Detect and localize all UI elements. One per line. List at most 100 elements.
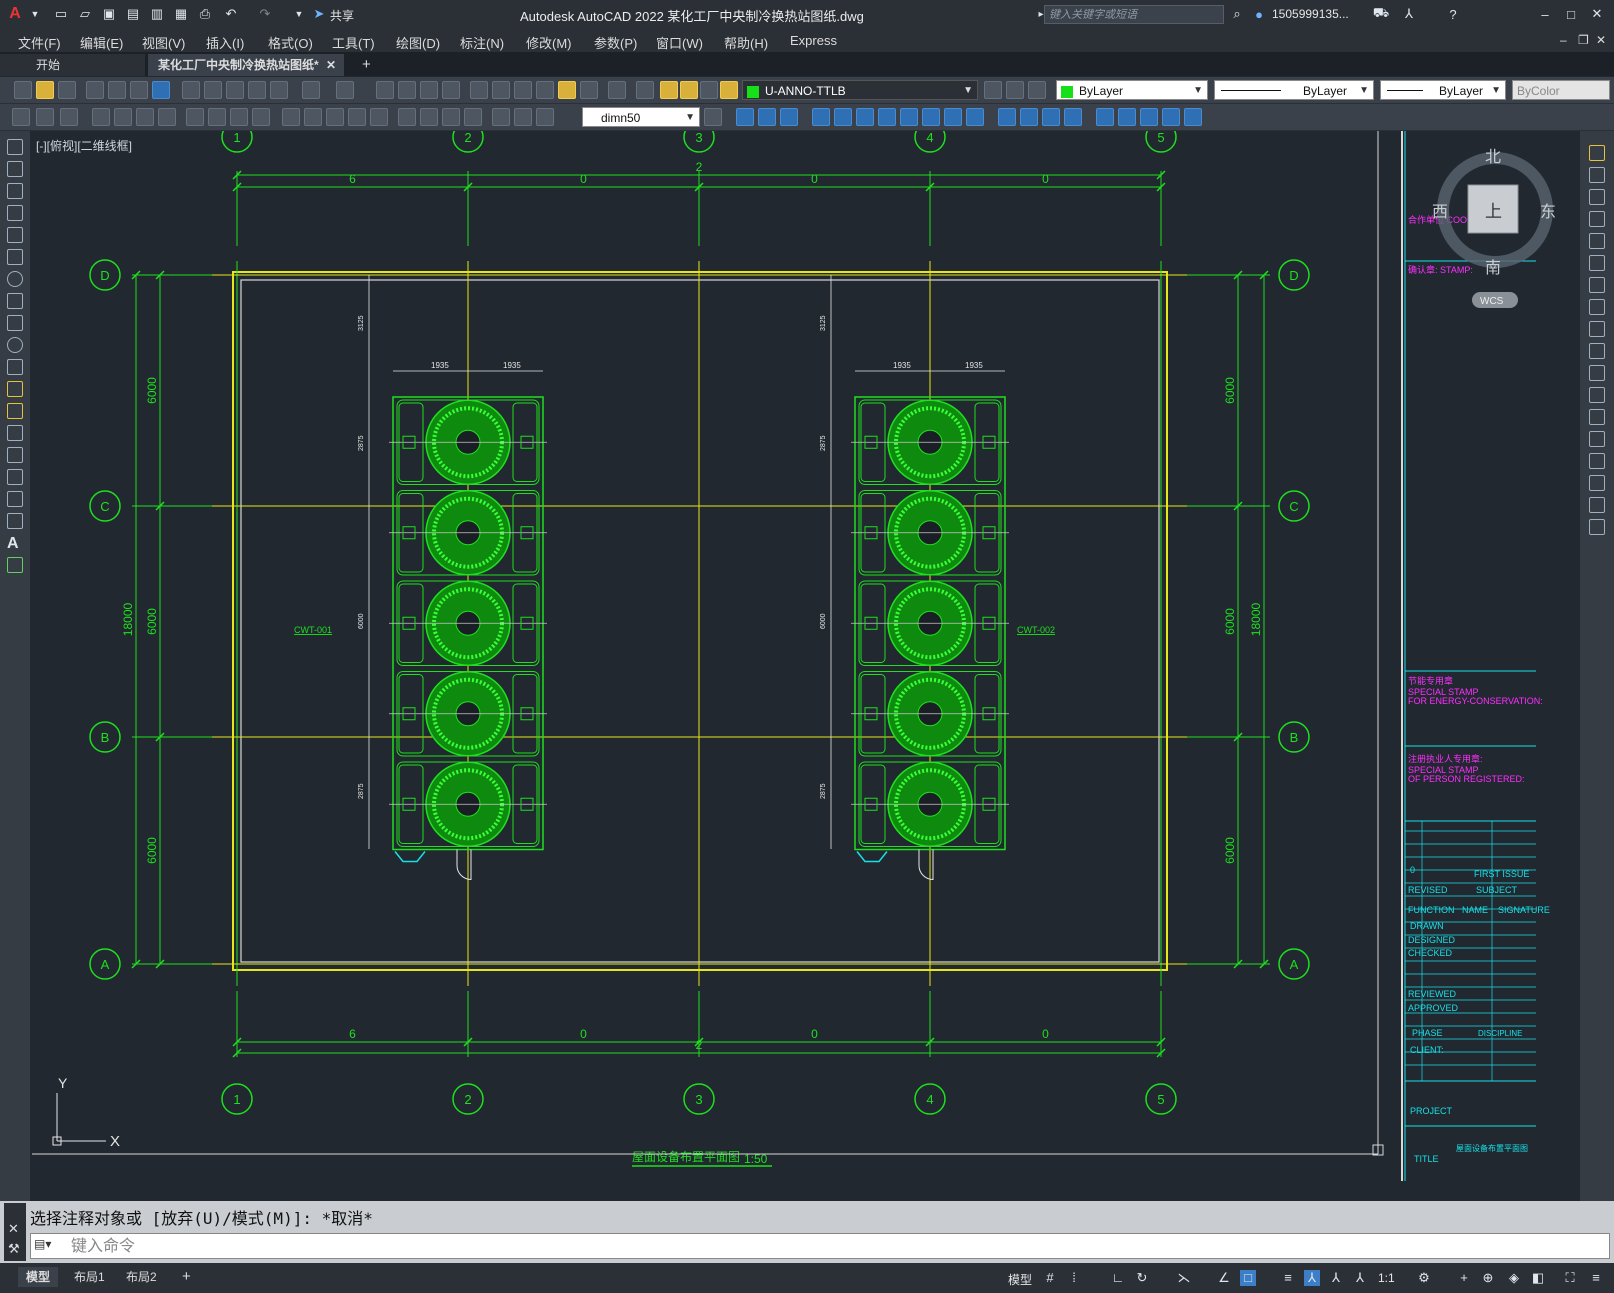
- rectangle-icon[interactable]: [7, 227, 23, 243]
- workspace-gear-icon[interactable]: ⚙: [1416, 1270, 1432, 1286]
- command-input[interactable]: 键入命令: [30, 1233, 1610, 1259]
- layer-thaw-sun-icon[interactable]: [680, 81, 698, 99]
- clean-screen-icon[interactable]: ⛶: [1562, 1270, 1578, 1286]
- delete-faces-icon[interactable]: [878, 108, 896, 126]
- open-file-icon[interactable]: ▱: [76, 5, 94, 23]
- move-faces-icon[interactable]: [834, 108, 852, 126]
- blend-icon[interactable]: [1589, 497, 1605, 513]
- viewport-controls[interactable]: [-][俯视][二维线框]: [36, 137, 132, 154]
- markup-icon[interactable]: [558, 81, 576, 99]
- menu-tools[interactable]: 工具(T): [332, 33, 375, 52]
- tab-close-icon[interactable]: ✕: [326, 54, 336, 76]
- polar-tracking-icon[interactable]: ↻: [1134, 1270, 1150, 1286]
- add-selected-icon[interactable]: [7, 557, 23, 573]
- object-snap-tracking-icon[interactable]: ∠: [1216, 1270, 1232, 1286]
- layout-add-icon[interactable]: +: [174, 1267, 199, 1287]
- dim-break-icon[interactable]: [370, 108, 388, 126]
- shell-icon[interactable]: [1064, 108, 1082, 126]
- dim-space-icon[interactable]: [348, 108, 366, 126]
- close-icon[interactable]: ✕: [1588, 5, 1606, 23]
- status-model-space[interactable]: 模型: [1008, 1271, 1032, 1288]
- zoom-realtime-icon[interactable]: [398, 81, 416, 99]
- viewcube-west[interactable]: 西: [1432, 204, 1448, 221]
- polygon-icon[interactable]: [7, 205, 23, 221]
- layer-previous-icon[interactable]: [1006, 81, 1024, 99]
- redo-icon[interactable]: ↷: [256, 5, 274, 23]
- linetype-dropdown[interactable]: ByLayer ▼: [1214, 80, 1374, 100]
- snap-icon[interactable]: ⁞: [1066, 1270, 1082, 1286]
- isolate-objects-icon[interactable]: ◈: [1506, 1270, 1522, 1286]
- drawing-canvas[interactable]: [-][俯视][二维线框] 60002600026000600060001800…: [32, 131, 1580, 1201]
- make-current-icon[interactable]: [984, 81, 1002, 99]
- polyline-icon[interactable]: [7, 183, 23, 199]
- region-icon[interactable]: [7, 491, 23, 507]
- join-icon[interactable]: [1589, 431, 1605, 447]
- slice-icon[interactable]: [1118, 108, 1136, 126]
- new-file-icon[interactable]: ▭: [52, 5, 70, 23]
- center-mark-icon[interactable]: [420, 108, 438, 126]
- array-icon[interactable]: [1589, 233, 1605, 249]
- ellipse-icon[interactable]: [7, 337, 23, 353]
- make-block-icon[interactable]: [7, 403, 23, 419]
- menu-express[interactable]: Express: [790, 33, 837, 48]
- color-faces-icon[interactable]: [966, 108, 984, 126]
- point-icon[interactable]: [7, 425, 23, 441]
- layer-dropdown[interactable]: U-ANNO-TTLB ▼: [742, 80, 978, 100]
- mtext-icon[interactable]: A: [7, 535, 23, 552]
- search-icon[interactable]: ⌕: [1228, 5, 1246, 23]
- cart-icon[interactable]: ⛟: [1372, 5, 1390, 23]
- dim-aligned-icon[interactable]: [114, 108, 132, 126]
- viewcube-north[interactable]: 北: [1485, 148, 1501, 166]
- app-menu-chevron-icon[interactable]: ▼: [26, 5, 44, 23]
- subtract-icon[interactable]: [758, 108, 776, 126]
- properties-icon[interactable]: [470, 81, 488, 99]
- help-icon[interactable]: ?: [1444, 5, 1462, 23]
- dim-linear-icon[interactable]: [92, 108, 110, 126]
- layer-on-bulb-icon[interactable]: [660, 81, 678, 99]
- save-icon[interactable]: ▣: [100, 5, 118, 23]
- undo-icon[interactable]: ↶: [222, 5, 240, 23]
- dim-baseline-icon[interactable]: [304, 108, 322, 126]
- extrude-faces-icon[interactable]: [812, 108, 830, 126]
- dim-update-icon[interactable]: [536, 108, 554, 126]
- insert-block-icon[interactable]: [7, 381, 23, 397]
- annotation-monitor-icon[interactable]: +: [1456, 1270, 1472, 1286]
- stretch-icon[interactable]: [1589, 321, 1605, 337]
- move-icon[interactable]: [1589, 255, 1605, 271]
- break-at-point-icon[interactable]: [1589, 387, 1605, 403]
- layer-color-icon[interactable]: [700, 81, 718, 99]
- trim-icon[interactable]: [1589, 343, 1605, 359]
- plot-icon[interactable]: ⎙: [196, 5, 214, 23]
- zoom-previous-icon[interactable]: [442, 81, 460, 99]
- qsave-icon[interactable]: [58, 81, 76, 99]
- bring-front-icon[interactable]: [36, 108, 54, 126]
- inspection-icon[interactable]: [442, 108, 460, 126]
- separate-icon[interactable]: [1042, 108, 1060, 126]
- hatch-icon[interactable]: [7, 447, 23, 463]
- open-icon[interactable]: [36, 81, 54, 99]
- pan-icon[interactable]: [376, 81, 394, 99]
- autocad-logo-icon[interactable]: A: [6, 5, 24, 23]
- menu-file[interactable]: 文件(F): [18, 33, 61, 52]
- mirror-icon[interactable]: [1589, 189, 1605, 205]
- rotate-faces-icon[interactable]: [900, 108, 918, 126]
- annotation-visibility-icon[interactable]: ⅄: [1304, 1270, 1320, 1286]
- recent-commands-icon[interactable]: ▤▾: [34, 1237, 51, 1251]
- tab-document[interactable]: 某化工厂中央制冷换热站图纸* ✕: [148, 54, 344, 76]
- spline-icon[interactable]: [7, 315, 23, 331]
- layer-lock-icon[interactable]: [720, 81, 738, 99]
- copy-object-icon[interactable]: [1589, 167, 1605, 183]
- viewcube-top-label[interactable]: 上: [1485, 202, 1502, 221]
- interfere-icon[interactable]: [1162, 108, 1180, 126]
- send-back-icon[interactable]: [60, 108, 78, 126]
- check-solid-icon[interactable]: [1096, 108, 1114, 126]
- toolbar-redo-icon[interactable]: [336, 81, 354, 99]
- menu-edit[interactable]: 编辑(E): [80, 33, 123, 52]
- print-icon[interactable]: [86, 81, 104, 99]
- arc-icon[interactable]: [7, 249, 23, 265]
- break-icon[interactable]: [1589, 409, 1605, 425]
- chamfer-icon[interactable]: [1589, 453, 1605, 469]
- dim-ordinate-icon[interactable]: [158, 108, 176, 126]
- user-name[interactable]: 1505999135...: [1272, 7, 1349, 21]
- offset-faces-icon[interactable]: [856, 108, 874, 126]
